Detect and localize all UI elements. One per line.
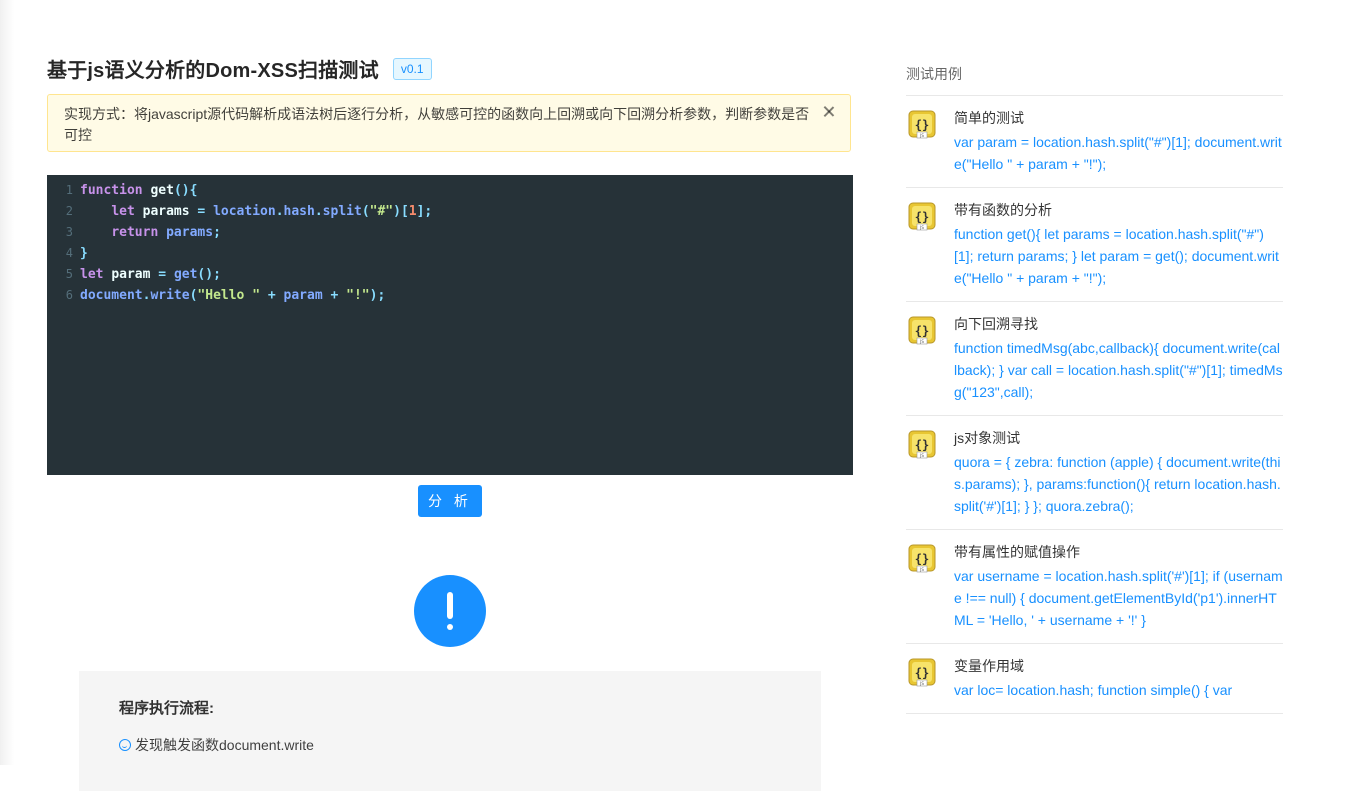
close-icon[interactable] bbox=[822, 105, 836, 119]
exclamation-icon bbox=[414, 575, 486, 647]
svg-text:{}: {} bbox=[915, 438, 929, 452]
line-number: 6 bbox=[65, 288, 73, 302]
js-file-icon: {} JS bbox=[908, 658, 936, 688]
svg-text:{}: {} bbox=[915, 324, 929, 338]
code-line: 4 } bbox=[47, 243, 853, 264]
test-case-code-link[interactable]: var username = location.hash.split('#')[… bbox=[954, 565, 1283, 631]
code-text[interactable]: let param = get(); bbox=[80, 264, 221, 285]
code-text[interactable]: document.write("Hello " + param + "!"); bbox=[80, 285, 385, 306]
info-alert: 实现方式：将javascript源代码解析成语法树后逐行分析，从敏感可控的函数向… bbox=[47, 94, 851, 152]
version-badge: v0.1 bbox=[392, 57, 432, 80]
flow-step-text: 发现触发函数document.write bbox=[135, 737, 314, 753]
svg-text:JS: JS bbox=[919, 681, 924, 686]
code-line: 5 let param = get(); bbox=[47, 264, 853, 285]
line-number: 1 bbox=[65, 183, 73, 197]
svg-text:{}: {} bbox=[915, 210, 929, 224]
svg-text:JS: JS bbox=[919, 225, 924, 230]
test-case-code-link[interactable]: function timedMsg(abc,callback){ documen… bbox=[954, 337, 1283, 403]
execution-flow-panel: 程序执行流程: 发现触发函数document.write bbox=[79, 671, 821, 791]
code-line: 2 let params = location.hash.split("#")[… bbox=[47, 201, 853, 222]
flow-step: 发现触发函数document.write bbox=[119, 735, 314, 755]
svg-text:JS: JS bbox=[919, 339, 924, 344]
test-case-item[interactable]: {} JS js对象测试 quora = { zebra: function (app… bbox=[906, 416, 1283, 530]
test-case-title: 带有函数的分析 bbox=[954, 202, 1052, 218]
js-file-icon: {} JS bbox=[908, 110, 936, 140]
title-row: 基于js语义分析的Dom-XSS扫描测试 v0.1 bbox=[47, 54, 432, 83]
page-left-shade bbox=[0, 0, 14, 765]
test-case-title: 向下回溯寻找 bbox=[954, 316, 1038, 332]
code-text[interactable]: return params; bbox=[80, 222, 221, 243]
js-file-icon: {} JS bbox=[908, 544, 936, 574]
alert-text: 实现方式：将javascript源代码解析成语法树后逐行分析，从敏感可控的函数向… bbox=[64, 106, 810, 143]
test-case-item[interactable]: {} JS 带有函数的分析 function get(){ let params = … bbox=[906, 188, 1283, 302]
code-text[interactable]: } bbox=[80, 243, 88, 264]
test-case-item[interactable]: {} JS 简单的测试 var param = location.hash.split… bbox=[906, 96, 1283, 188]
code-editor[interactable]: 1 function get(){ 2 let params = locatio… bbox=[47, 175, 853, 475]
test-case-title: 简单的测试 bbox=[954, 110, 1024, 126]
code-text[interactable]: function get(){ bbox=[80, 180, 197, 201]
smile-icon bbox=[119, 739, 131, 751]
code-line: 3 return params; bbox=[47, 222, 853, 243]
test-case-item[interactable]: {} JS 变量作用域 var loc= location.hash; functio… bbox=[906, 644, 1283, 714]
js-file-icon: {} JS bbox=[908, 202, 936, 232]
line-number: 4 bbox=[65, 246, 73, 260]
test-case-code-link[interactable]: var param = location.hash.split("#")[1];… bbox=[954, 131, 1283, 175]
code-line: 6 document.write("Hello " + param + "!")… bbox=[47, 285, 853, 306]
code-text[interactable]: let params = location.hash.split("#")[1]… bbox=[80, 201, 432, 222]
svg-text:{}: {} bbox=[915, 666, 929, 680]
test-case-item[interactable]: {} JS 向下回溯寻找 function timedMsg(abc,callback… bbox=[906, 302, 1283, 416]
line-number: 3 bbox=[65, 225, 73, 239]
test-case-code-link[interactable]: quora = { zebra: function (apple) { docu… bbox=[954, 451, 1283, 517]
svg-text:JS: JS bbox=[919, 453, 924, 458]
svg-text:JS: JS bbox=[919, 133, 924, 138]
test-case-code-link[interactable]: function get(){ let params = location.ha… bbox=[954, 223, 1283, 289]
sidebar-heading: 测试用例 bbox=[906, 66, 962, 82]
test-case-code-link[interactable]: var loc= location.hash; function simple(… bbox=[954, 679, 1283, 701]
page-title: 基于js语义分析的Dom-XSS扫描测试 bbox=[47, 60, 379, 82]
svg-text:JS: JS bbox=[919, 567, 924, 572]
flow-title: 程序执行流程: bbox=[119, 700, 214, 717]
line-number: 2 bbox=[65, 204, 73, 218]
js-file-icon: {} JS bbox=[908, 316, 936, 346]
test-case-title: js对象测试 bbox=[954, 430, 1021, 446]
analyze-button[interactable]: 分 析 bbox=[418, 485, 482, 517]
test-case-title: 带有属性的赋值操作 bbox=[954, 544, 1080, 560]
svg-text:{}: {} bbox=[915, 552, 929, 566]
line-number: 5 bbox=[65, 267, 73, 281]
svg-text:{}: {} bbox=[915, 118, 929, 132]
test-case-item[interactable]: {} JS 带有属性的赋值操作 var username = location.has… bbox=[906, 530, 1283, 644]
js-file-icon: {} JS bbox=[908, 430, 936, 460]
code-line: 1 function get(){ bbox=[47, 180, 853, 201]
test-case-title: 变量作用域 bbox=[954, 658, 1024, 674]
test-case-list: {} JS 简单的测试 var param = location.hash.split… bbox=[906, 95, 1283, 714]
